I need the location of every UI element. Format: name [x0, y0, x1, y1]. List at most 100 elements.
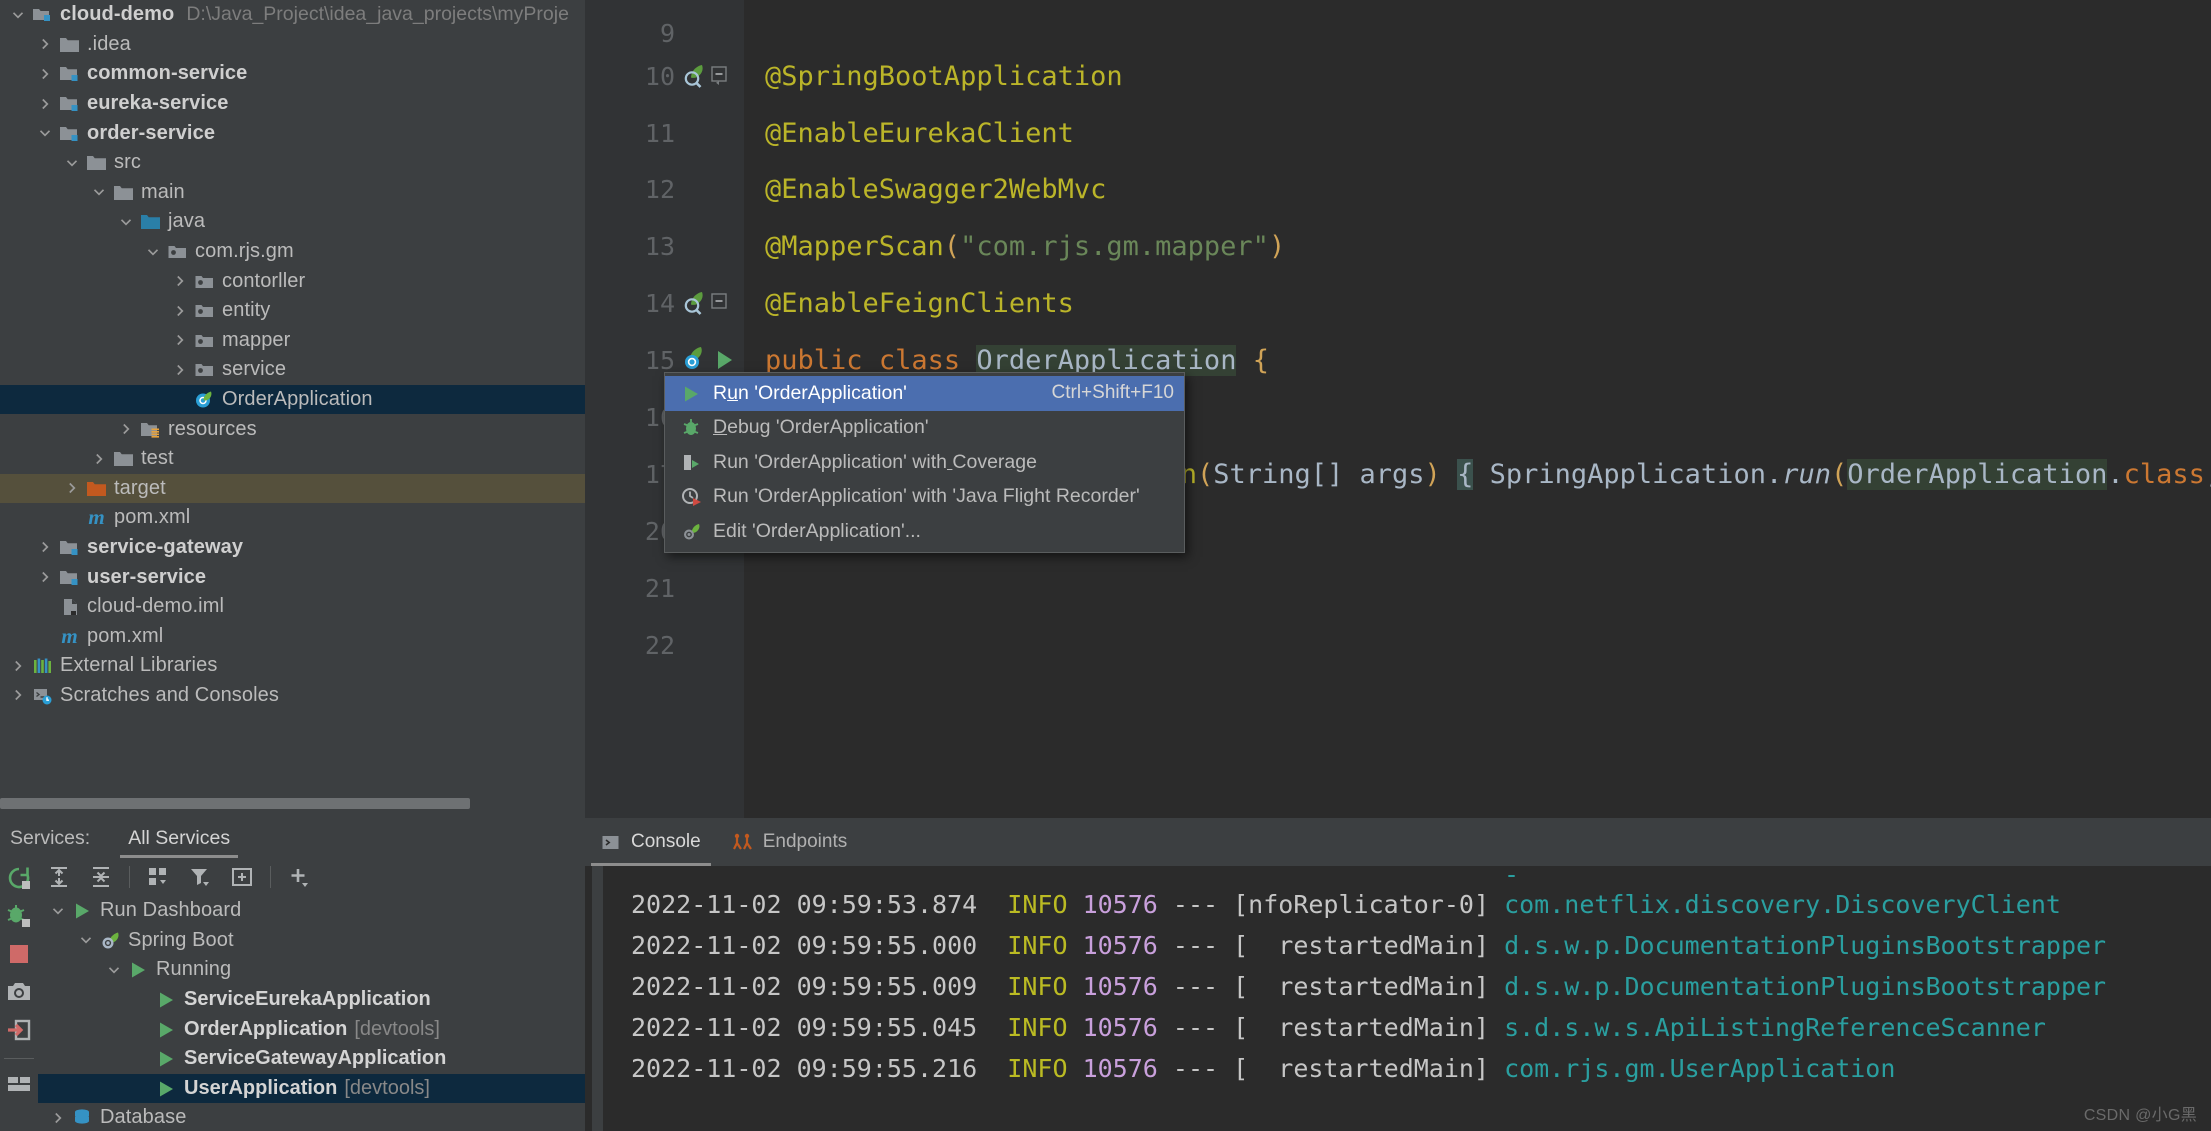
- project-horizontal-scrollbar[interactable]: [0, 798, 585, 809]
- service-row-run-dashboard[interactable]: Run Dashboard: [38, 896, 585, 926]
- services-toolbar[interactable]: [38, 858, 585, 896]
- tab-all-services[interactable]: All Services: [120, 818, 238, 858]
- code-line-13[interactable]: 13 @MapperScan("com.rjs.gm.mapper"): [585, 218, 2211, 275]
- rerun-failed-icon[interactable]: [5, 902, 33, 930]
- show-options-icon[interactable]: [225, 860, 259, 894]
- menu-item-run-orderapplication-with-coverage[interactable]: Run 'OrderApplication' with Coverage: [665, 445, 1184, 480]
- tree-row-contorller[interactable]: contorller: [0, 266, 585, 296]
- stop-icon[interactable]: [5, 940, 33, 968]
- code-line-14[interactable]: 14 @EnableFeignClients: [585, 275, 2211, 332]
- chevron-right-icon[interactable]: [168, 303, 192, 319]
- collapse-all-icon[interactable]: [84, 860, 118, 894]
- service-row-orderapplication[interactable]: OrderApplication [devtools]: [38, 1014, 585, 1044]
- tree-row-orderapplication[interactable]: OrderApplication: [0, 384, 585, 415]
- tree-row-common-service[interactable]: common-service: [0, 59, 585, 89]
- tree-row-src[interactable]: src: [0, 148, 585, 178]
- chevron-down-icon[interactable]: [87, 184, 111, 200]
- chevron-right-icon[interactable]: [46, 1110, 70, 1126]
- tree-row-mapper[interactable]: mapper: [0, 326, 585, 356]
- chevron-down-icon[interactable]: [60, 155, 84, 171]
- menu-item-debug-orderapplication[interactable]: Debug 'OrderApplication': [665, 411, 1184, 446]
- service-row-spring-boot[interactable]: Spring Boot: [38, 926, 585, 956]
- chevron-right-icon[interactable]: [33, 96, 57, 112]
- layout-icon[interactable]: [5, 1070, 33, 1098]
- menu-item-run-orderapplication[interactable]: Run 'OrderApplication' Ctrl+Shift+F10: [665, 376, 1184, 411]
- tree-row-pom-xml[interactable]: m pom.xml: [0, 503, 585, 533]
- scrollbar-thumb[interactable]: [0, 798, 470, 809]
- tree-row-entity[interactable]: entity: [0, 296, 585, 326]
- tree-row-root[interactable]: cloud-demo D:\Java_Project\idea_java_pro…: [0, 0, 585, 30]
- chevron-down-icon[interactable]: [74, 932, 98, 948]
- service-row-userapplication[interactable]: UserApplication [devtools]: [38, 1073, 585, 1104]
- chevron-right-icon[interactable]: [33, 539, 57, 555]
- screenshot-icon[interactable]: [5, 978, 33, 1006]
- inspection-bean-icon[interactable]: [681, 61, 711, 91]
- tree-row-external-libraries[interactable]: External Libraries: [0, 651, 585, 681]
- code-line-12[interactable]: 12 @EnableSwagger2WebMvc: [585, 161, 2211, 218]
- tree-item-label: entity: [222, 299, 271, 322]
- filter-icon[interactable]: [183, 860, 217, 894]
- fold-collapse-icon[interactable]: [711, 289, 739, 321]
- tree-row-user-service[interactable]: user-service: [0, 562, 585, 592]
- chevron-right-icon[interactable]: [168, 332, 192, 348]
- tree-row-main[interactable]: main: [0, 178, 585, 208]
- add-service-icon[interactable]: [282, 860, 316, 894]
- tree-row-service[interactable]: service: [0, 355, 585, 385]
- services-tree[interactable]: Run Dashboard Spring Boot Running ServiceEu…: [38, 896, 585, 1131]
- expand-all-icon[interactable]: [42, 860, 76, 894]
- chevron-down-icon[interactable]: [114, 214, 138, 230]
- menu-item-edit-orderapplication[interactable]: Edit 'OrderApplication'...: [665, 514, 1184, 549]
- tree-row-order-service[interactable]: order-service: [0, 118, 585, 148]
- chevron-right-icon[interactable]: [33, 36, 57, 52]
- rerun-icon[interactable]: [5, 864, 33, 892]
- chevron-down-icon[interactable]: [102, 962, 126, 978]
- code-line-21[interactable]: 21: [585, 560, 2211, 617]
- code-line-10[interactable]: 10 @SpringBootApplication: [585, 48, 2211, 105]
- tree-row-resources[interactable]: resources: [0, 414, 585, 444]
- chevron-right-icon[interactable]: [87, 451, 111, 467]
- chevron-down-icon[interactable]: [46, 903, 70, 919]
- chevron-right-icon[interactable]: [168, 273, 192, 289]
- services-action-rail[interactable]: [0, 858, 38, 1131]
- chevron-down-icon[interactable]: [141, 244, 165, 260]
- group-by-icon[interactable]: [141, 860, 175, 894]
- tree-row-java[interactable]: java: [0, 207, 585, 237]
- service-row-servicegatewayapplication[interactable]: ServiceGatewayApplication: [38, 1044, 585, 1074]
- spring-bean-gutter-icon[interactable]: [681, 344, 711, 374]
- console-tab-bar[interactable]: Console Endpoints: [585, 818, 2211, 866]
- project-tree[interactable]: .idea common-service eureka-service order-s…: [0, 30, 585, 711]
- chevron-right-icon[interactable]: [168, 362, 192, 378]
- tree-row-cloud-demo-iml[interactable]: cloud-demo.iml: [0, 592, 585, 622]
- chevron-right-icon[interactable]: [60, 480, 84, 496]
- tree-row-idea[interactable]: .idea: [0, 30, 585, 60]
- tree-row-com-rjs-gm[interactable]: com.rjs.gm: [0, 237, 585, 267]
- project-tool-window[interactable]: cloud-demo D:\Java_Project\idea_java_pro…: [0, 0, 585, 818]
- service-row-serviceeurekaapplication[interactable]: ServiceEurekaApplication: [38, 985, 585, 1015]
- chevron-right-icon[interactable]: [33, 569, 57, 585]
- code-line-11[interactable]: 11 @EnableEurekaClient: [585, 105, 2211, 162]
- tree-row-target[interactable]: target: [0, 473, 585, 504]
- service-row-running[interactable]: Running: [38, 955, 585, 985]
- chevron-right-icon[interactable]: [6, 687, 30, 703]
- chevron-down-icon[interactable]: [33, 125, 57, 141]
- tab-endpoints[interactable]: Endpoints: [717, 818, 864, 866]
- service-row-database[interactable]: Database: [38, 1103, 585, 1131]
- export-icon[interactable]: [5, 1016, 33, 1044]
- tree-row-pom-xml[interactable]: m pom.xml: [0, 621, 585, 651]
- tab-console[interactable]: Console: [585, 818, 717, 866]
- console-output[interactable]: - y 2022-11-02 09:59:53.874 INFO 10576 -…: [603, 866, 2211, 1131]
- fold-collapse-icon[interactable]: [711, 66, 739, 94]
- run-context-menu[interactable]: Run 'OrderApplication' Ctrl+Shift+F10 Debu…: [664, 372, 1185, 553]
- menu-item-run-orderapplication-with-java-flight-re[interactable]: Run 'OrderApplication' with 'Java Flight…: [665, 480, 1184, 515]
- inspection-bean-icon[interactable]: [681, 288, 711, 318]
- tree-row-service-gateway[interactable]: service-gateway: [0, 533, 585, 563]
- code-line-22[interactable]: 22: [585, 617, 2211, 674]
- tree-row-test[interactable]: test: [0, 444, 585, 474]
- package-icon: [192, 300, 217, 322]
- tree-row-scratches-and-consoles[interactable]: Scratches and Consoles: [0, 681, 585, 711]
- chevron-right-icon[interactable]: [33, 66, 57, 82]
- chevron-right-icon[interactable]: [6, 658, 30, 674]
- chevron-right-icon[interactable]: [114, 421, 138, 437]
- chevron-down-icon[interactable]: [6, 7, 30, 23]
- tree-row-eureka-service[interactable]: eureka-service: [0, 89, 585, 119]
